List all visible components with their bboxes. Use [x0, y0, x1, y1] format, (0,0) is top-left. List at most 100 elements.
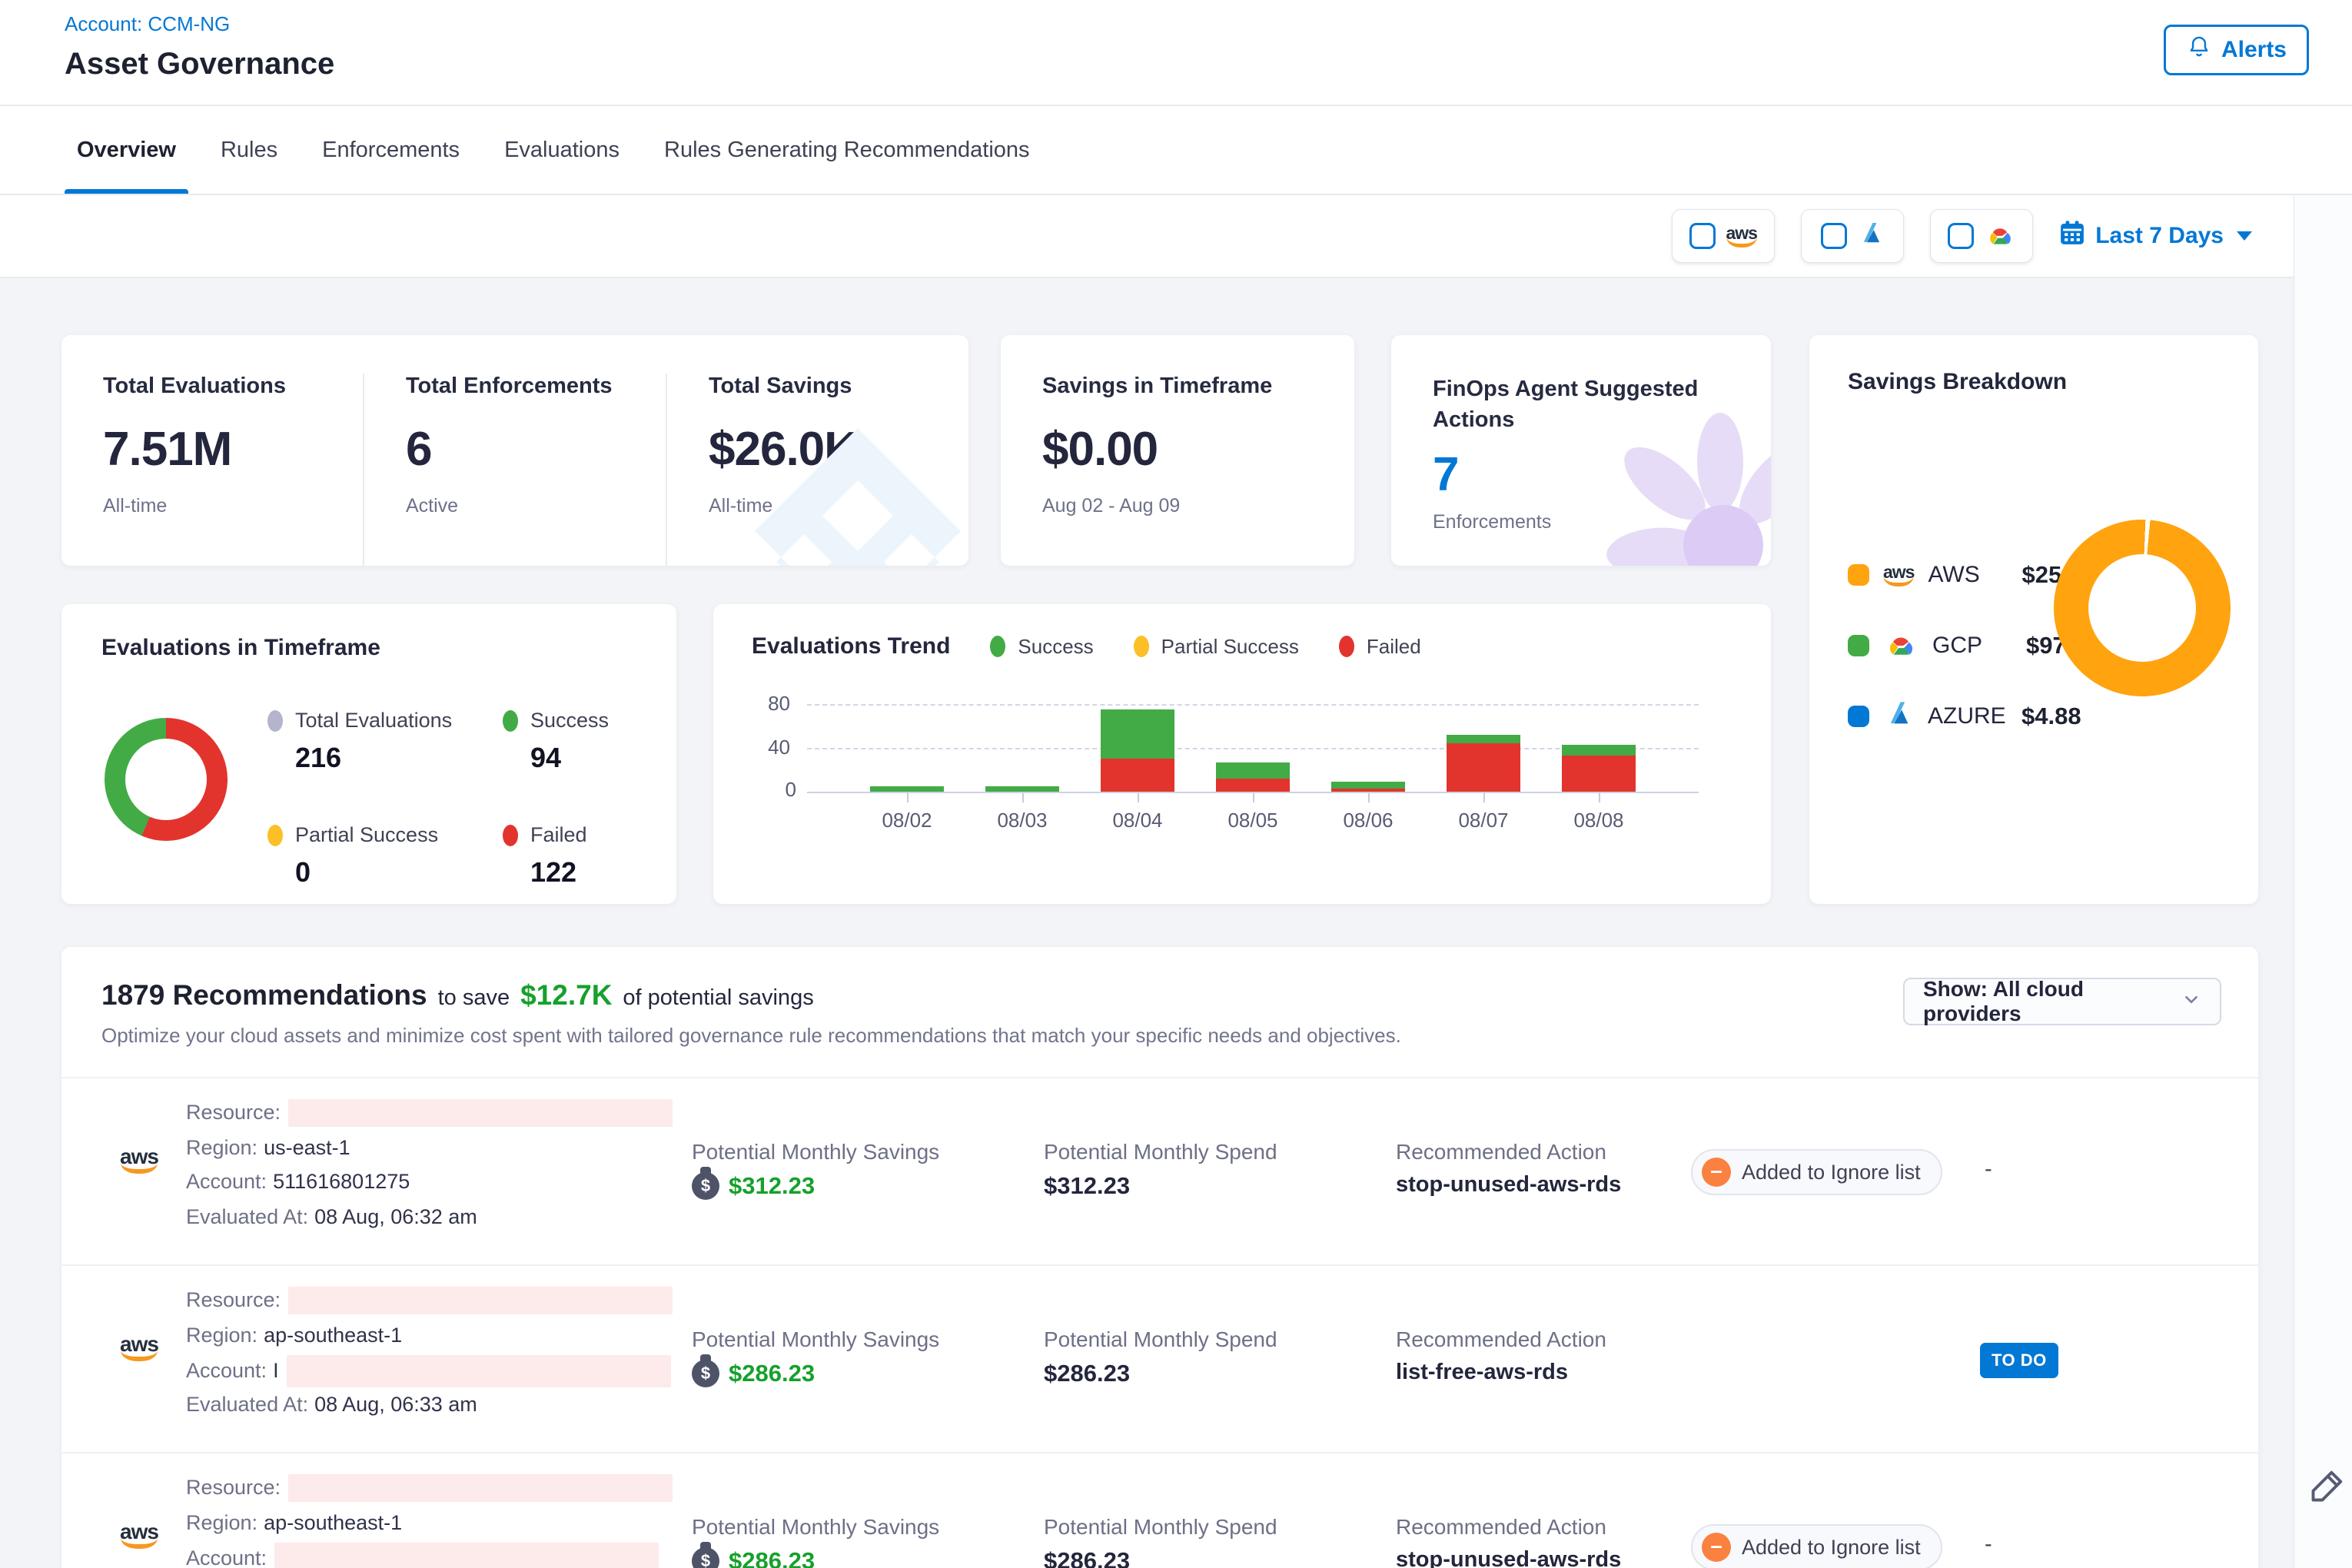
legend-item-failed: Failed 122 — [503, 823, 676, 889]
alerts-label: Alerts — [2221, 37, 2287, 63]
save-suffix: of potential savings — [623, 985, 813, 1011]
aws-icon: aws — [120, 1521, 158, 1549]
azure-icon — [1857, 221, 1885, 251]
stat-sub: All-time — [103, 495, 363, 517]
trend-plot: 80 40 0 08/0208/0308/0408/0508/0608/0708… — [807, 704, 1699, 792]
evaluated-value: 08 Aug, 06:33 am — [314, 1393, 477, 1416]
spend-column-label: Potential Monthly Spend — [1044, 1327, 1277, 1352]
provider-filter-bar: aws — [0, 195, 2352, 278]
trend-legend-success: Success — [990, 635, 1093, 659]
total-enforcements-stat: Total Enforcements 6 Active — [363, 374, 666, 566]
account-value: 511616801275 — [273, 1170, 410, 1193]
date-range-selector[interactable]: Last 7 Days — [2059, 220, 2252, 252]
right-gutter — [2294, 195, 2352, 1568]
recommendations-subtitle: Optimize your cloud assets and minimize … — [61, 1024, 2258, 1048]
chevron-down-icon — [2181, 989, 2201, 1015]
card-title: Evaluations in Timeframe — [101, 635, 676, 661]
recommendations-list: aws Resource: Region:us-east-1 Account:5… — [61, 1077, 2258, 1568]
calendar-icon — [2059, 220, 2085, 252]
azure-filter-box — [1801, 209, 1904, 263]
recommendation-row[interactable]: aws Resource: Region:ap-southeast-1 Acco… — [61, 1452, 2258, 1568]
tab-enforcements[interactable]: Enforcements — [310, 106, 472, 194]
save-prefix: to save — [438, 985, 510, 1011]
aws-checkbox[interactable] — [1689, 223, 1716, 249]
savings-value: $286.23 — [729, 1360, 815, 1387]
trailing-dash: - — [1985, 1157, 1992, 1182]
legend-value: 122 — [530, 856, 676, 889]
redacted-account — [274, 1543, 659, 1568]
x-tick-label: 08/03 — [965, 809, 1080, 832]
legend-label: Failed — [530, 823, 587, 847]
success-dot-icon — [990, 636, 1005, 657]
ignore-list-chip[interactable]: Added to Ignore list — [1691, 1524, 1942, 1568]
spend-value: $312.23 — [1044, 1172, 1130, 1200]
region-label: Region: — [186, 1136, 257, 1159]
stat-sub: Aug 02 - Aug 09 — [1042, 495, 1354, 517]
region-label: Region: — [186, 1511, 257, 1534]
region-label: Region: — [186, 1324, 257, 1347]
stat-label: Total Evaluations — [103, 374, 363, 399]
trend-bar — [985, 786, 1059, 792]
cloud-provider-filter-dropdown[interactable]: Show: All cloud providers — [1903, 978, 2221, 1025]
diamond-watermark — [742, 416, 968, 566]
evaluated-value: 08 Aug, 06:32 am — [314, 1205, 477, 1228]
stat-label: Total Enforcements — [406, 374, 666, 399]
total-dot-icon — [267, 710, 283, 732]
savings-breakdown-card: Savings Breakdown aws AWS $25.9K — [1809, 335, 2258, 904]
minus-circle-icon — [1702, 1533, 1731, 1562]
money-bag-icon — [692, 1172, 719, 1200]
resource-label: Resource: — [186, 1476, 281, 1499]
tab-rules-generating-recommendations[interactable]: Rules Generating Recommendations — [652, 106, 1042, 194]
redacted-resource — [288, 1474, 673, 1502]
tab-overview[interactable]: Overview — [65, 106, 188, 194]
tab-bar: Overview Rules Enforcements Evaluations … — [0, 106, 2352, 195]
savings-value: $312.23 — [729, 1172, 815, 1200]
spend-column-label: Potential Monthly Spend — [1044, 1140, 1277, 1164]
x-tick-label: 08/08 — [1541, 809, 1656, 832]
flower-watermark — [1566, 404, 1771, 566]
recommendations-panel: 1879 Recommendations to save $12.7K of p… — [61, 947, 2258, 1568]
chevron-down-icon — [2237, 231, 2252, 241]
action-column-label: Recommended Action — [1396, 1515, 1606, 1540]
redacted-resource — [288, 1099, 673, 1127]
dropdown-label: Show: All cloud providers — [1923, 977, 2181, 1026]
legend-label: AZURE — [1928, 703, 2008, 729]
aws-icon: aws — [1883, 563, 1914, 586]
redacted-resource — [288, 1287, 673, 1314]
action-value: list-free-aws-rds — [1396, 1360, 1568, 1385]
stat-value: 7.51M — [103, 422, 363, 477]
success-dot-icon — [503, 710, 518, 732]
partial-dot-icon — [1134, 636, 1149, 657]
save-amount: $12.7K — [520, 979, 612, 1012]
trailing-dash: - — [1985, 1532, 1992, 1557]
ignore-list-chip[interactable]: Added to Ignore list — [1691, 1149, 1942, 1195]
tab-rules[interactable]: Rules — [208, 106, 290, 194]
partial-dot-icon — [267, 825, 283, 846]
legend-label: GCP — [1932, 633, 2012, 659]
x-tick-label: 08/05 — [1195, 809, 1311, 832]
recommendations-count: 1879 Recommendations — [101, 979, 427, 1012]
finops-agent-card: FinOps Agent Suggested Actions 7 Enforce… — [1391, 335, 1771, 566]
spend-column-label: Potential Monthly Spend — [1044, 1515, 1277, 1540]
x-tick-label: 08/06 — [1311, 809, 1426, 832]
trend-bar — [1101, 709, 1174, 792]
edit-widget-icon[interactable] — [2308, 1465, 2348, 1509]
savings-column-label: Potential Monthly Savings — [692, 1327, 939, 1352]
recommendation-row[interactable]: aws Resource: Region:ap-southeast-1 Acco… — [61, 1264, 2258, 1452]
aws-icon: aws — [120, 1334, 158, 1361]
tab-evaluations[interactable]: Evaluations — [492, 106, 632, 194]
aws-color-swatch — [1848, 564, 1869, 586]
azure-icon — [1883, 700, 1914, 733]
azure-checkbox[interactable] — [1821, 223, 1847, 249]
legend-label: Success — [1018, 635, 1093, 659]
failed-dot-icon — [503, 825, 518, 846]
gcp-checkbox[interactable] — [1948, 223, 1974, 249]
recommendation-row[interactable]: aws Resource: Region:us-east-1 Account:5… — [61, 1077, 2258, 1264]
date-range-label: Last 7 Days — [2095, 223, 2224, 249]
account-breadcrumb[interactable]: Account: CCM-NG — [65, 12, 230, 36]
x-tick-label: 08/07 — [1426, 809, 1541, 832]
spend-value: $286.23 — [1044, 1360, 1130, 1387]
alerts-button[interactable]: Alerts — [2164, 25, 2309, 75]
azure-color-swatch — [1848, 706, 1869, 727]
legend-label: Total Evaluations — [295, 709, 452, 733]
